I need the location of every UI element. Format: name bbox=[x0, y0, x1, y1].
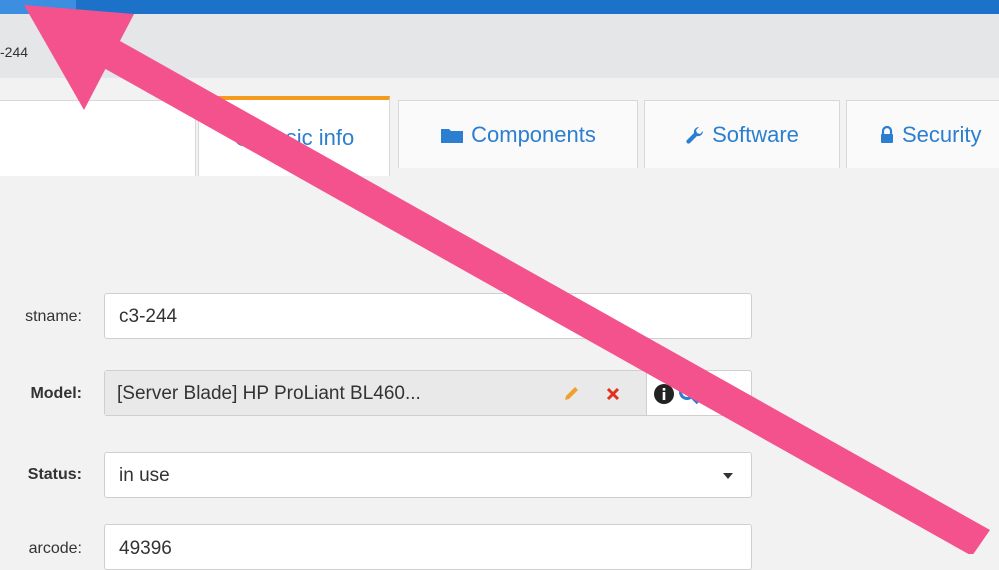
hostname-label: stname: bbox=[25, 308, 82, 325]
barcode-value: 49396 bbox=[119, 538, 172, 559]
search-icon[interactable] bbox=[678, 383, 700, 405]
top-navigation-bar bbox=[0, 0, 999, 14]
chevron-down-icon bbox=[723, 473, 733, 479]
breadcrumb[interactable]: -244 bbox=[0, 44, 28, 60]
tab-components[interactable]: Components bbox=[398, 100, 638, 168]
info-circle-icon[interactable] bbox=[653, 383, 675, 405]
model-field[interactable]: [Server Blade] HP ProLiant BL460... bbox=[104, 370, 752, 416]
lock-icon bbox=[881, 125, 893, 143]
tab-security[interactable]: Security bbox=[846, 100, 999, 168]
close-icon[interactable] bbox=[605, 386, 621, 402]
hostname-value: c3-244 bbox=[119, 306, 178, 327]
info-icon bbox=[234, 130, 251, 146]
top-bar-active-segment[interactable] bbox=[0, 0, 76, 14]
tab-software[interactable]: Software bbox=[644, 100, 840, 168]
hostname-field[interactable]: c3-244 bbox=[104, 293, 752, 339]
barcode-field[interactable]: 49396 bbox=[104, 524, 752, 570]
tab-basic-info[interactable]: Basic info bbox=[198, 96, 390, 176]
breadcrumb-bar: -244 bbox=[0, 14, 999, 79]
model-value: [Server Blade] HP ProLiant BL460... bbox=[117, 383, 421, 404]
status-select[interactable]: in use bbox=[104, 452, 752, 498]
status-value: in use bbox=[119, 465, 170, 486]
status-label: Status: bbox=[27, 466, 82, 483]
tab-previous[interactable] bbox=[0, 100, 196, 176]
tab-label: Basic info bbox=[258, 125, 355, 150]
wrench-icon bbox=[686, 126, 704, 144]
tab-label: Software bbox=[712, 121, 799, 147]
model-label: Model: bbox=[30, 385, 82, 402]
pencil-icon[interactable] bbox=[562, 385, 580, 403]
barcode-label: arcode: bbox=[28, 540, 82, 557]
model-selection: [Server Blade] HP ProLiant BL460... bbox=[105, 371, 647, 415]
folder-icon bbox=[441, 128, 464, 143]
tab-label: Security bbox=[902, 121, 982, 147]
tab-label: Components bbox=[471, 121, 596, 147]
link-icon[interactable] bbox=[709, 384, 729, 404]
